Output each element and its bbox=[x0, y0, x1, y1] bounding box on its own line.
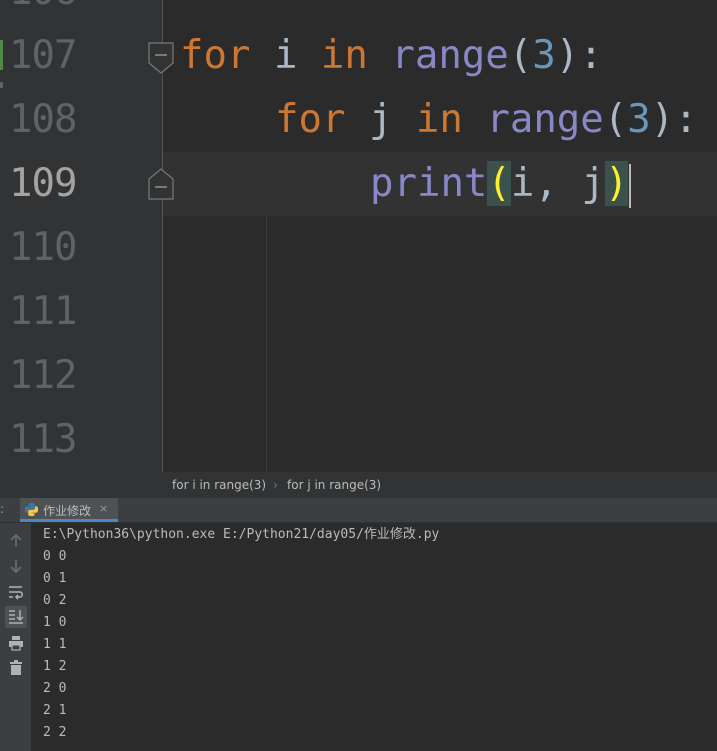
console-output-line: 2 0 bbox=[43, 681, 67, 696]
close-icon[interactable]: × bbox=[99, 502, 108, 515]
line-number: 107 bbox=[9, 33, 77, 78]
breadcrumb-item[interactable]: for j in range(3) bbox=[287, 478, 381, 492]
text-caret bbox=[629, 163, 632, 208]
run-tool-window-header: : 作业修改 × bbox=[0, 498, 717, 523]
fold-collapse-icon[interactable] bbox=[148, 42, 174, 74]
keyword-in: in bbox=[415, 97, 463, 142]
run-tab[interactable]: 作业修改 × bbox=[20, 498, 118, 522]
code-line-108[interactable]: for j in range(3): bbox=[275, 88, 698, 152]
run-label: : bbox=[0, 502, 5, 516]
line-number: 106 bbox=[9, 0, 77, 24]
matched-brace-close: ) bbox=[604, 161, 629, 206]
paren-open: ( bbox=[603, 97, 628, 142]
paren-open: ( bbox=[508, 33, 533, 78]
matched-brace-open: ( bbox=[487, 161, 511, 206]
builtin-range: range bbox=[486, 97, 604, 142]
keyword-for: for bbox=[180, 33, 251, 78]
keyword-in: in bbox=[320, 33, 368, 78]
scroll-to-end-button[interactable] bbox=[5, 606, 27, 628]
call-arguments: i, j bbox=[510, 161, 605, 206]
paren-close: ): bbox=[555, 33, 603, 78]
vcs-change-marker[interactable] bbox=[0, 82, 3, 88]
console-output-line: 0 0 bbox=[43, 549, 67, 564]
arrow-down-icon[interactable] bbox=[7, 557, 25, 575]
console-output-line: 1 0 bbox=[43, 615, 67, 630]
scroll-to-end-icon bbox=[9, 610, 24, 624]
breadcrumb-separator: › bbox=[273, 478, 278, 492]
console-output-line: 0 1 bbox=[43, 571, 67, 586]
line-number: 111 bbox=[9, 289, 77, 334]
line-number: 110 bbox=[9, 225, 77, 270]
arrow-up-icon[interactable] bbox=[7, 532, 25, 550]
run-tab-label: 作业修改 bbox=[43, 504, 92, 518]
run-console[interactable]: E:\Python36\python.exe E:/Python21/day05… bbox=[31, 523, 717, 751]
console-output-line: 2 2 bbox=[43, 725, 67, 740]
builtin-range: range bbox=[391, 33, 509, 78]
console-output-line: 1 1 bbox=[43, 637, 67, 652]
python-icon bbox=[24, 502, 39, 517]
print-icon[interactable] bbox=[7, 634, 25, 652]
line-number: 113 bbox=[9, 417, 77, 462]
run-toolbar bbox=[0, 523, 31, 751]
line-number: 112 bbox=[9, 353, 77, 398]
builtin-print: print bbox=[370, 161, 488, 206]
line-number: 108 bbox=[9, 97, 77, 142]
indent-guide bbox=[266, 216, 267, 472]
breadcrumb-item[interactable]: for i in range(3) bbox=[172, 478, 266, 492]
breadcrumb: for i in range(3) › for j in range(3) bbox=[0, 472, 717, 498]
console-command-line: E:\Python36\python.exe E:/Python21/day05… bbox=[43, 527, 440, 542]
code-editor[interactable]: 106 107 108 109 110 111 112 113 for i in… bbox=[0, 0, 717, 472]
vcs-change-marker[interactable] bbox=[0, 40, 3, 70]
soft-wrap-icon[interactable] bbox=[7, 583, 25, 601]
fold-end-icon[interactable] bbox=[148, 168, 174, 200]
number-literal: 3 bbox=[627, 97, 651, 142]
console-output-line: 1 2 bbox=[43, 659, 67, 674]
identifier: i bbox=[273, 33, 298, 78]
number-literal: 3 bbox=[532, 33, 556, 78]
code-line-107[interactable]: for i in range(3): bbox=[180, 24, 603, 88]
console-output-line: 2 1 bbox=[43, 703, 67, 718]
code-line-109[interactable]: print(i, j) bbox=[370, 152, 632, 216]
identifier: j bbox=[368, 97, 393, 142]
line-number-current: 109 bbox=[9, 161, 77, 206]
console-output-line: 0 2 bbox=[43, 593, 67, 608]
paren-close: ): bbox=[650, 97, 698, 142]
keyword-for: for bbox=[275, 97, 346, 142]
trash-icon[interactable] bbox=[7, 659, 25, 677]
